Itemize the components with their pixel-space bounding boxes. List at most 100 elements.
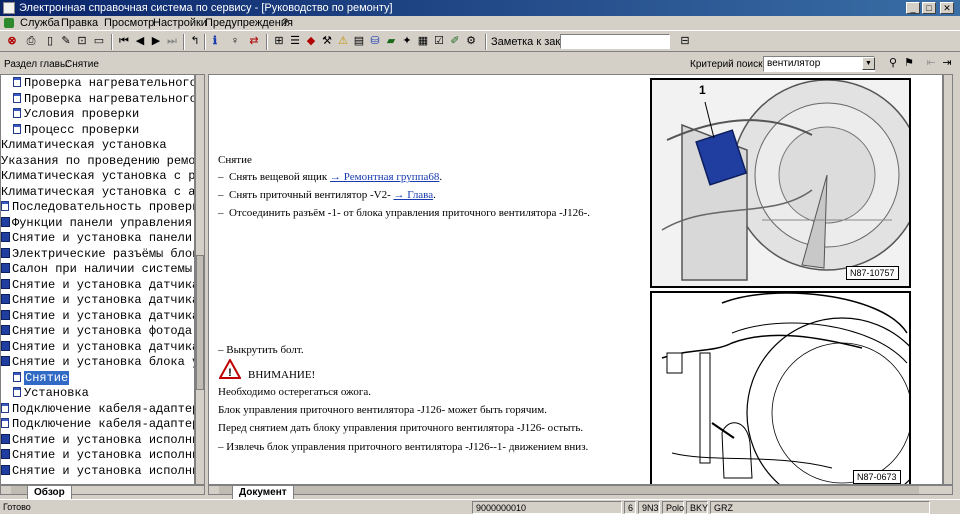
menu-edit[interactable]: Правка bbox=[61, 16, 98, 30]
order-note-field[interactable] bbox=[560, 34, 670, 49]
tree-item[interactable]: Подключение кабеля-адаптер bbox=[1, 417, 194, 432]
tree-item[interactable]: Снятие и установка датчика bbox=[1, 293, 194, 308]
calendar-icon[interactable]: ▦ bbox=[416, 34, 430, 49]
tree-item[interactable]: Салон при наличии системы bbox=[1, 262, 192, 277]
tree-item[interactable]: Снятие и установка исполни bbox=[1, 433, 194, 448]
app-menu-icon[interactable] bbox=[4, 18, 14, 28]
tree-item-label: Процесс проверки bbox=[24, 122, 140, 137]
car-icon[interactable]: ▭ bbox=[92, 34, 106, 49]
menu-help[interactable]: ? bbox=[282, 16, 288, 30]
tree-item[interactable]: Процесс проверки bbox=[13, 123, 139, 138]
swap-icon[interactable]: ⇄ bbox=[247, 34, 261, 49]
tree-item[interactable]: Снятие и установка исполни bbox=[1, 464, 194, 479]
document-scrollbar[interactable] bbox=[943, 74, 953, 485]
warning-line-1: Необходимо остерегаться ожога. bbox=[218, 386, 372, 398]
warning-line-3: Перед снятием дать блоку управления прит… bbox=[218, 422, 584, 434]
tree-item-label: Снятие и установка фотода bbox=[12, 324, 193, 338]
previous-page-icon[interactable]: ◀ bbox=[133, 34, 147, 49]
menu-warnings[interactable]: Предупреждения bbox=[205, 16, 293, 30]
document-hscrollbar-thumb[interactable] bbox=[219, 486, 919, 494]
menu-service[interactable]: Служба bbox=[20, 16, 60, 30]
table-icon[interactable]: ▤ bbox=[352, 34, 366, 49]
tree-item[interactable]: Снятие и установка датчика bbox=[1, 277, 195, 293]
tree-item[interactable]: Климатическая установка с ру bbox=[1, 169, 194, 184]
tree-item-label: Проверка нагревательного bbox=[24, 76, 195, 90]
previous-hit-icon[interactable]: ⇤ bbox=[924, 56, 938, 71]
tree-item-label: Снятие и установка панели bbox=[12, 231, 193, 245]
search-input[interactable]: вентилятор bbox=[763, 56, 875, 72]
info-icon[interactable]: ℹ bbox=[208, 34, 222, 49]
menu-settings[interactable]: Настройки bbox=[153, 16, 207, 30]
checklist-icon[interactable]: ☑ bbox=[432, 34, 446, 49]
menu-bar: Служба Правка Просмотр Настройки Предупр… bbox=[0, 16, 960, 30]
search-dropdown-icon[interactable]: ▼ bbox=[862, 57, 875, 70]
doc-heading: Снятие bbox=[218, 154, 252, 166]
tree-item[interactable]: Снятие и установка фотода bbox=[1, 324, 192, 339]
tree-item-label: Условия проверки bbox=[24, 107, 140, 121]
next-page-icon[interactable]: ▶ bbox=[149, 34, 163, 49]
wrench-icon[interactable]: ✦ bbox=[400, 34, 414, 49]
menu-view[interactable]: Просмотр bbox=[104, 16, 154, 30]
doc-icon bbox=[13, 92, 21, 103]
tree-item[interactable]: Снятие и установка блока у bbox=[1, 355, 194, 370]
edit-document-icon[interactable]: ✎ bbox=[59, 34, 73, 49]
document-hscrollbar[interactable] bbox=[208, 485, 953, 495]
tree-item[interactable]: Функции панели управления bbox=[1, 216, 192, 231]
close-button[interactable]: ✕ bbox=[940, 2, 954, 14]
tree-item[interactable]: Электрические разъёмы блок bbox=[1, 247, 194, 262]
search-icon[interactable]: ⚲ bbox=[886, 56, 900, 71]
repair-group-link[interactable]: → Ремонтная группа68 bbox=[330, 171, 439, 183]
doc-icon bbox=[1, 201, 9, 211]
tree-item[interactable]: Климатическая установка bbox=[1, 138, 167, 153]
blower-illustration bbox=[652, 80, 909, 286]
tree-item[interactable]: Снятие и установка датчика bbox=[1, 309, 194, 324]
tree-item[interactable]: Снятие и установка исполни bbox=[1, 448, 194, 463]
tree-item[interactable]: Последовательность проверк bbox=[1, 200, 194, 215]
warning-icon[interactable]: ⚠ bbox=[336, 34, 350, 49]
first-page-icon[interactable]: ⏮ bbox=[117, 34, 131, 49]
figure-bolt-removal: N87-0673 bbox=[650, 291, 911, 484]
print-icon[interactable]: ⎙ bbox=[24, 34, 38, 49]
tree-item[interactable]: Условия проверки bbox=[13, 107, 139, 122]
diamond-icon[interactable]: ◆ bbox=[304, 34, 318, 49]
hint-icon[interactable]: ♀ bbox=[228, 34, 242, 49]
settings-icon[interactable]: ⚙ bbox=[464, 34, 478, 49]
jump-back-icon[interactable]: ↰ bbox=[188, 34, 202, 49]
tree-item[interactable]: Климатическая установка с ав bbox=[1, 185, 194, 200]
tools-icon[interactable]: ⚒ bbox=[320, 34, 334, 49]
tree-item[interactable]: Подключение кабеля-адаптер bbox=[1, 402, 194, 417]
tab-document[interactable]: Документ bbox=[232, 486, 294, 500]
tree-item[interactable]: Снятие bbox=[13, 370, 70, 386]
tree-scrollbar[interactable] bbox=[195, 74, 205, 485]
list-icon[interactable]: ☰ bbox=[288, 34, 302, 49]
tree-item[interactable]: Снятие и установка панели bbox=[1, 231, 192, 246]
tree-item[interactable]: Проверка нагревательного bbox=[13, 92, 194, 107]
tree-scrollbar-thumb[interactable] bbox=[196, 255, 204, 390]
book-icon bbox=[1, 433, 10, 444]
tab-overview[interactable]: Обзор bbox=[27, 486, 72, 500]
tree-item-label: Снятие и установка датчика bbox=[12, 277, 195, 292]
minimize-button[interactable]: _ bbox=[906, 2, 920, 14]
tree-item[interactable]: Снятие и установка датчика bbox=[1, 340, 194, 355]
window-title: Электронная справочная система по сервис… bbox=[19, 2, 393, 14]
grid-icon[interactable]: ⊞ bbox=[272, 34, 286, 49]
warning-line-2: Блок управления приточного вентилятора -… bbox=[218, 404, 547, 416]
chapter-link[interactable]: → Глава bbox=[394, 189, 434, 201]
search-options-icon[interactable]: ⚑ bbox=[902, 56, 916, 71]
book-icon[interactable]: ▰ bbox=[384, 34, 398, 49]
next-hit-icon[interactable]: ⇥ bbox=[940, 56, 954, 71]
doc-icon bbox=[13, 371, 21, 382]
doc-icon bbox=[13, 387, 21, 397]
notes-icon[interactable]: ✐ bbox=[448, 34, 462, 49]
tree-item[interactable]: Проверка нагревательного bbox=[13, 76, 195, 91]
component-icon[interactable]: ⛁ bbox=[368, 34, 382, 49]
new-document-icon[interactable]: ▯ bbox=[43, 34, 57, 49]
maximize-button[interactable]: □ bbox=[922, 2, 936, 14]
tree-item-label: Климатическая установка bbox=[1, 138, 167, 152]
exit-icon[interactable]: ⊗ bbox=[5, 34, 19, 49]
tree-item[interactable]: Установка bbox=[13, 386, 89, 401]
last-page-icon[interactable]: ⏭ bbox=[165, 34, 179, 49]
save-note-icon[interactable]: ⊟ bbox=[678, 34, 692, 49]
vehicle-icon[interactable]: ⊡ bbox=[75, 34, 89, 49]
tree-item[interactable]: Указания по проведению ремо bbox=[1, 154, 194, 169]
